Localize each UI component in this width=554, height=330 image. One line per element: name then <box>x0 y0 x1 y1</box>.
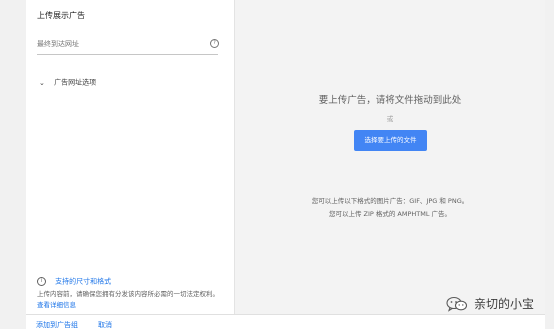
settings-panel: 上传展示广告 ? ⌄ 广告网址选项 i 支持的尺寸和格式 上传内容前，请确保您拥… <box>26 0 235 314</box>
choose-file-button[interactable]: 选择要上传的文件 <box>354 130 427 151</box>
upload-display-ad-dialog: 上传展示广告 ? ⌄ 广告网址选项 i 支持的尺寸和格式 上传内容前，请确保您拥… <box>0 0 554 330</box>
format-info-line-2: 您可以上传 ZIP 格式的 AMPHTML 广告。 <box>328 210 452 218</box>
wechat-icon <box>446 296 468 312</box>
chevron-down-icon: ⌄ <box>39 78 45 87</box>
format-info-line-1: 您可以上传以下格式的图片广告：GIF、JPG 和 PNG。 <box>311 197 469 205</box>
dropzone-or-text: 或 <box>386 115 394 123</box>
ad-url-options-label: 广告网址选项 <box>54 78 97 87</box>
upload-dropzone[interactable]: 要上传广告，请将文件拖动到此处 或 选择要上传的文件 您可以上传以下格式的图片广… <box>235 0 545 314</box>
left-gutter <box>0 0 26 329</box>
supported-sizes-link[interactable]: i 支持的尺寸和格式 <box>37 271 112 286</box>
view-details-link[interactable]: 查看详细信息 <box>37 301 76 309</box>
watermark-text: 亲切的小宝 <box>474 297 535 311</box>
right-gutter <box>545 0 554 329</box>
dropzone-title: 要上传广告，请将文件拖动到此处 <box>318 95 462 106</box>
final-url-field: ? <box>37 36 219 55</box>
panel-title: 上传展示广告 <box>37 11 85 20</box>
supported-sizes-label: 支持的尺寸和格式 <box>55 277 112 286</box>
info-icon: i <box>37 277 46 286</box>
help-icon[interactable]: ? <box>210 39 219 48</box>
footer-bar: 添加到广告组 取消 <box>26 314 545 330</box>
upload-disclaimer: 上传内容前，请确保您拥有分发该内容所必需的一切法定权利。查看详细信息 <box>37 289 225 311</box>
disclaimer-text: 上传内容前，请确保您拥有分发该内容所必需的一切法定权利。 <box>37 290 219 298</box>
ad-url-options-toggle[interactable]: ⌄ 广告网址选项 <box>39 72 97 87</box>
final-url-input[interactable] <box>37 38 197 50</box>
format-info: 您可以上传以下格式的图片广告：GIF、JPG 和 PNG。 您可以上传 ZIP … <box>235 195 545 221</box>
